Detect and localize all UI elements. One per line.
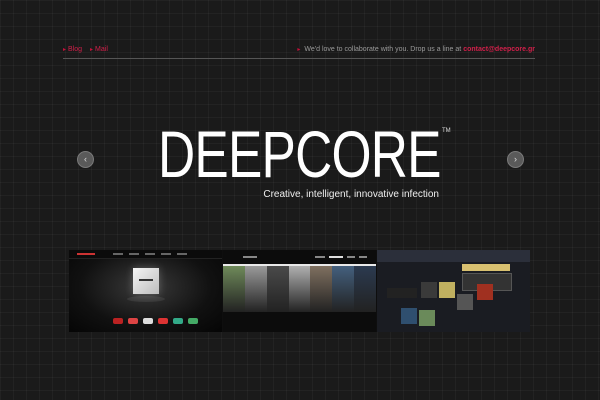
portfolio-thumb-1[interactable] [69, 250, 222, 332]
chevron-right-icon: › [514, 154, 517, 164]
tagline: Creative, intelligent, innovative infect… [263, 189, 439, 200]
bullet-icon: ▸ [63, 47, 67, 53]
chevron-left-icon: ‹ [84, 154, 87, 164]
thumb-footer [223, 312, 376, 332]
mail-link[interactable]: ▸ Mail [90, 46, 108, 53]
contact-email-link[interactable]: contact@deepcore.gr [463, 46, 535, 53]
thumb-search-field [462, 264, 510, 271]
thumb-cube-shadow [127, 296, 165, 302]
portfolio-thumb-3[interactable] [377, 250, 530, 332]
thumb-cube-image [133, 268, 159, 294]
blog-link[interactable]: ▸ Blog [63, 46, 82, 53]
trademark-mark: TM [442, 128, 451, 134]
photo-tile [310, 266, 333, 312]
collaborate-message: ▸ We'd love to collaborate with you. Dro… [297, 46, 535, 53]
image-tile [401, 308, 417, 324]
portfolio-thumb-2[interactable] [223, 250, 376, 332]
prev-arrow-button[interactable]: ‹ [77, 151, 94, 168]
client-logo [128, 318, 138, 324]
bullet-icon: ▸ [297, 47, 301, 53]
collaborate-text: We'd love to collaborate with you. Drop … [304, 46, 462, 53]
deepcore-logo: DEEPCORE [158, 117, 441, 191]
image-tile [439, 282, 455, 298]
photo-tile [354, 266, 376, 312]
thumb-nav-bar [69, 250, 222, 259]
photo-tile [244, 266, 267, 312]
photo-tile [266, 266, 289, 312]
thumb-client-logos [113, 318, 198, 324]
photo-tile [223, 266, 245, 312]
photo-tile [332, 266, 355, 312]
thumb-header [223, 250, 376, 264]
image-tile [477, 284, 493, 300]
thumb-badge [387, 288, 417, 298]
top-nav: ▸ Blog ▸ Mail [63, 46, 108, 53]
client-logo [188, 318, 198, 324]
client-logo [158, 318, 168, 324]
mail-link-label: Mail [95, 46, 108, 53]
thumb-photo-strip [223, 266, 376, 312]
bullet-icon: ▸ [90, 47, 94, 53]
top-bar: ▸ Blog ▸ Mail ▸ We'd love to collaborate w… [63, 44, 535, 59]
portfolio-thumbnails [69, 250, 530, 332]
next-arrow-button[interactable]: › [507, 151, 524, 168]
image-tile [421, 282, 437, 298]
client-logo [143, 318, 153, 324]
blog-link-label: Blog [68, 46, 83, 53]
image-tile [457, 294, 473, 310]
photo-tile [288, 266, 311, 312]
client-logo [113, 318, 123, 324]
client-logo [173, 318, 183, 324]
thumb-header [377, 250, 530, 262]
image-tile [419, 310, 435, 326]
